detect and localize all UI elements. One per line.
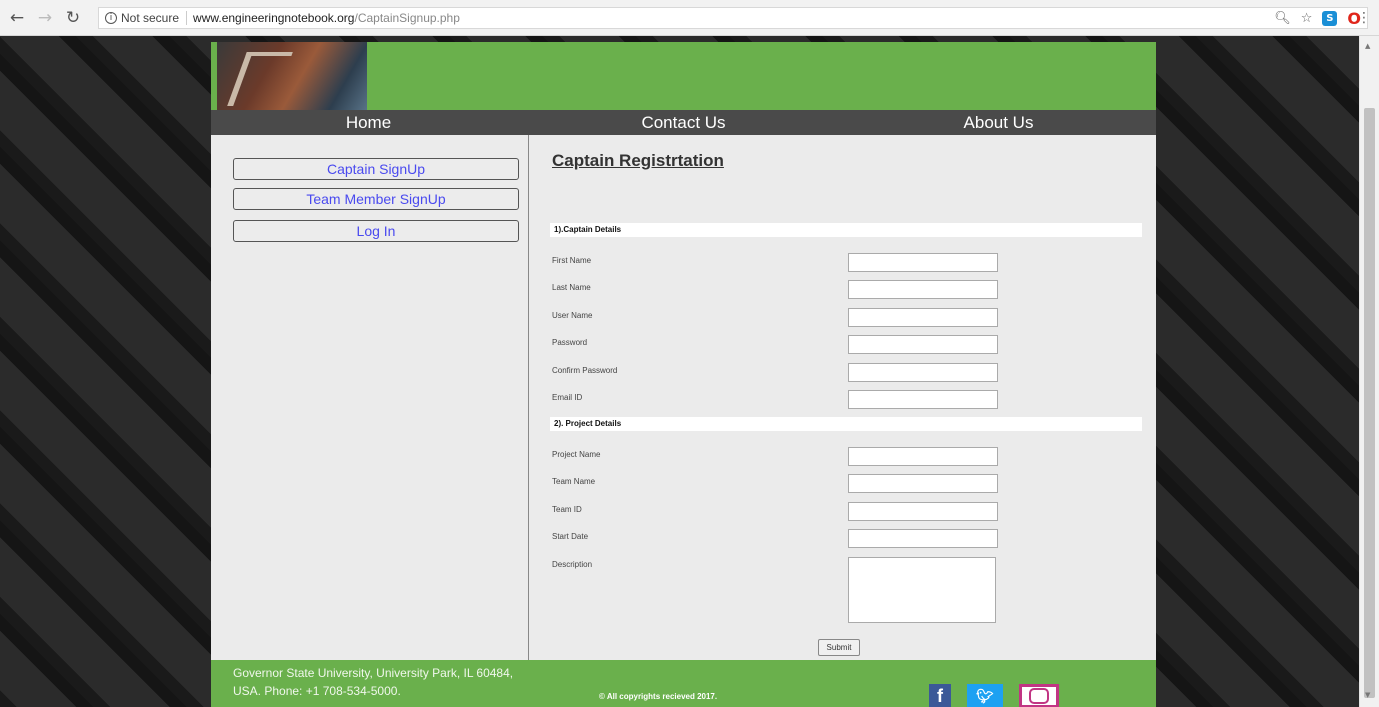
project-name-field[interactable] xyxy=(848,447,998,466)
nav-home[interactable]: Home xyxy=(211,110,526,135)
footer-address: Governor State University, University Pa… xyxy=(233,666,514,698)
team-id-label: Team ID xyxy=(552,505,582,514)
header-image xyxy=(217,42,367,110)
instagram-icon[interactable] xyxy=(1019,684,1059,707)
sidebar: Captain SignUp Team Member SignUp Log In xyxy=(211,135,529,660)
team-name-label: Team Name xyxy=(552,477,596,486)
url-path: /CaptainSignup.php xyxy=(354,11,460,25)
team-member-signup-button[interactable]: Team Member SignUp xyxy=(233,188,519,210)
user-name-label: User Name xyxy=(552,311,593,320)
address-bar[interactable]: i Not secure www.engineeringnotebook.org… xyxy=(98,7,1368,29)
browser-menu-icon[interactable]: ⋮ xyxy=(1357,10,1371,26)
nav-contact[interactable]: Contact Us xyxy=(526,110,841,135)
browser-toolbar: ← → ↻ i Not secure www.engineeringnotebo… xyxy=(0,0,1379,36)
email-label: Email ID xyxy=(552,393,583,402)
user-name-field[interactable] xyxy=(848,308,998,327)
reload-icon[interactable]: ↻ xyxy=(62,7,84,29)
scroll-thumb[interactable] xyxy=(1364,108,1375,698)
start-date-label: Start Date xyxy=(552,532,589,541)
security-label: Not secure xyxy=(121,11,180,25)
page-title: Captain Registrtation xyxy=(552,151,724,170)
first-name-field[interactable] xyxy=(848,253,998,272)
captain-details-header: 1).Captain Details xyxy=(550,223,1142,237)
team-id-field[interactable] xyxy=(848,502,998,521)
captain-signup-button[interactable]: Captain SignUp xyxy=(233,158,519,180)
confirm-password-label: Confirm Password xyxy=(552,366,618,375)
footer: Governor State University, University Pa… xyxy=(211,660,1156,707)
description-textarea[interactable] xyxy=(848,557,996,623)
scroll-down-icon[interactable]: ▼ xyxy=(1365,691,1370,699)
registration-form: Captain Registrtation 1).Captain Details… xyxy=(530,135,1156,660)
header-banner xyxy=(211,42,1156,110)
last-name-field[interactable] xyxy=(848,280,998,299)
email-field[interactable] xyxy=(848,390,998,409)
login-button[interactable]: Log In xyxy=(233,220,519,242)
security-indicator[interactable]: i Not secure xyxy=(99,11,188,25)
project-name-label: Project Name xyxy=(552,450,601,459)
site-container: Home Contact Us About Us Captain SignUp … xyxy=(211,42,1156,707)
zoom-icon[interactable]: 🔍︎ xyxy=(1274,11,1291,26)
scrollbar[interactable]: ▲ ▼ xyxy=(1359,36,1379,707)
confirm-password-field[interactable] xyxy=(848,363,998,382)
star-icon[interactable]: ☆ xyxy=(1301,11,1313,26)
scroll-up-icon[interactable]: ▲ xyxy=(1365,42,1370,50)
project-details-header: 2). Project Details xyxy=(550,417,1142,431)
password-field[interactable] xyxy=(848,335,998,354)
back-icon[interactable]: ← xyxy=(6,7,28,29)
twitter-icon[interactable]: 🐦︎ xyxy=(967,684,1003,707)
info-icon: i xyxy=(105,12,117,24)
instagram-camera-shape xyxy=(1029,688,1049,704)
last-name-label: Last Name xyxy=(552,283,591,292)
description-label: Description xyxy=(552,560,593,569)
first-name-label: First Name xyxy=(552,256,592,265)
footer-copyright: © All copyrights recieved 2017. xyxy=(599,692,718,701)
skype-extension-icon[interactable]: S xyxy=(1322,10,1338,26)
forward-icon[interactable]: → xyxy=(34,7,56,29)
main-nav: Home Contact Us About Us xyxy=(211,110,1156,135)
start-date-field[interactable] xyxy=(848,529,998,548)
url-host: www.engineeringnotebook.org xyxy=(193,11,355,25)
password-label: Password xyxy=(552,338,588,347)
facebook-icon[interactable]: f xyxy=(929,684,951,707)
nav-about[interactable]: About Us xyxy=(841,110,1156,135)
url-text[interactable]: www.engineeringnotebook.org/CaptainSignu… xyxy=(187,11,460,25)
team-name-field[interactable] xyxy=(848,474,998,493)
submit-button[interactable]: Submit xyxy=(818,639,860,656)
